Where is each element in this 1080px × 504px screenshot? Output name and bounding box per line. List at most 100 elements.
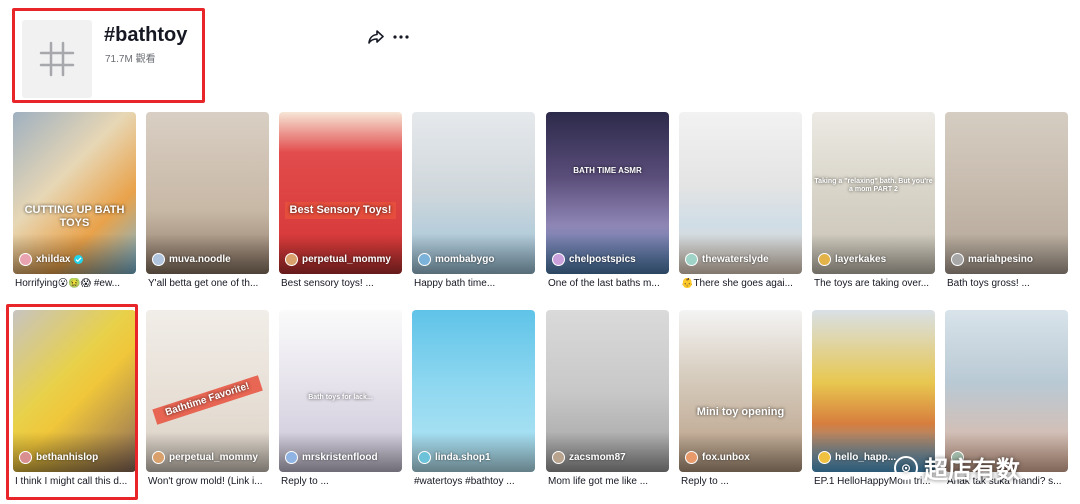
share-icon (368, 30, 384, 44)
video-caption[interactable]: Horrifying😮🤢😱 #ew... (13, 278, 136, 289)
author-name[interactable]: thewaterslyde (702, 254, 769, 265)
video-caption[interactable]: Reply to ... (279, 476, 402, 487)
video-thumbnail[interactable]: mariahpesino (945, 112, 1068, 274)
video-author[interactable]: mombabygo (418, 253, 494, 266)
video-thumbnail[interactable]: Bath toys for lack... mrskristenflood (279, 310, 402, 472)
video-author[interactable]: chelpostspics (552, 253, 636, 266)
video-card[interactable]: zacsmom87 Mom life got me like ... (546, 310, 669, 487)
thumbnail-overlay-text: Best Sensory Toys! (285, 202, 396, 219)
author-name[interactable]: zacsmom87 (569, 452, 626, 463)
video-thumbnail[interactable]: Bathtime Favorite! perpetual_mommy (146, 310, 269, 472)
video-thumbnail[interactable]: Best Sensory Toys! perpetual_mommy (279, 112, 402, 274)
video-thumbnail[interactable]: Mini toy opening fox.unbox (679, 310, 802, 472)
video-card[interactable]: linda.shop1 #watertoys #bathtoy ... (412, 310, 535, 487)
video-card[interactable]: muva.noodle Y'all betta get one of th... (146, 112, 269, 289)
video-author[interactable]: muva.noodle (152, 253, 231, 266)
video-author[interactable]: thewaterslyde (685, 253, 769, 266)
author-name[interactable]: hello_happ... (835, 452, 896, 463)
video-caption[interactable]: Happy bath time... (412, 278, 535, 289)
video-caption[interactable]: Y'all betta get one of th... (146, 278, 269, 289)
video-thumbnail[interactable]: muva.noodle (146, 112, 269, 274)
video-thumbnail[interactable] (945, 310, 1068, 472)
share-button[interactable] (366, 27, 386, 47)
avatar[interactable] (19, 253, 32, 266)
watermark: ⊙ 超店有数 (894, 450, 1020, 485)
video-thumbnail[interactable]: mombabygo (412, 112, 535, 274)
video-author[interactable]: zacsmom87 (552, 451, 626, 464)
video-caption[interactable]: Won't grow mold! (Link i... (146, 476, 269, 487)
video-thumbnail[interactable]: linda.shop1 (412, 310, 535, 472)
avatar[interactable] (552, 253, 565, 266)
video-caption[interactable]: Mom life got me like ... (546, 476, 669, 487)
video-caption[interactable]: One of the last baths m... (546, 278, 669, 289)
video-caption[interactable]: #watertoys #bathtoy ... (412, 476, 535, 487)
video-card[interactable]: CUTTING UP BATH TOYS xhildax Horrifying😮🤢😱… (13, 112, 136, 289)
avatar[interactable] (552, 451, 565, 464)
video-author[interactable]: fox.unbox (685, 451, 750, 464)
author-name[interactable]: fox.unbox (702, 452, 750, 463)
author-name[interactable]: linda.shop1 (435, 452, 491, 463)
video-card[interactable]: thewaterslyde 👶There she goes agai... (679, 112, 802, 289)
video-card[interactable]: Best Sensory Toys! perpetual_mommy Best se… (279, 112, 402, 289)
video-author[interactable]: perpetual_mommy (285, 253, 391, 266)
video-thumbnail[interactable]: BATH TIME ASMR chelpostspics (546, 112, 669, 274)
video-card[interactable]: bethanhislop I think I might call this d.… (13, 310, 136, 487)
video-thumbnail[interactable]: zacsmom87 (546, 310, 669, 472)
video-card[interactable]: BATH TIME ASMR chelpostspics One of the la… (546, 112, 669, 289)
video-card[interactable]: mariahpesino Bath toys gross! ... (945, 112, 1068, 289)
author-name[interactable]: perpetual_mommy (169, 452, 258, 463)
video-caption[interactable]: Bath toys gross! ... (945, 278, 1068, 289)
video-thumbnail[interactable]: bethanhislop (13, 310, 136, 472)
avatar[interactable] (285, 451, 298, 464)
video-caption[interactable]: Reply to ... (679, 476, 802, 487)
video-author[interactable]: mariahpesino (951, 253, 1033, 266)
video-thumbnail[interactable]: Taking a "relaxing" bath. But you're a m… (812, 112, 935, 274)
avatar[interactable] (685, 253, 698, 266)
video-thumbnail[interactable]: thewaterslyde (679, 112, 802, 274)
more-dots-icon (393, 35, 409, 39)
video-author[interactable]: layerkakes (818, 253, 886, 266)
video-card[interactable]: mombabygo Happy bath time... (412, 112, 535, 289)
thumbnail-overlay-text: BATH TIME ASMR (573, 166, 642, 175)
avatar[interactable] (818, 451, 831, 464)
video-caption[interactable]: 👶There she goes agai... (679, 278, 802, 289)
avatar[interactable] (818, 253, 831, 266)
video-author[interactable]: perpetual_mommy (152, 451, 258, 464)
author-name[interactable]: xhildax (36, 254, 70, 265)
video-author[interactable]: linda.shop1 (418, 451, 491, 464)
avatar[interactable] (152, 451, 165, 464)
avatar[interactable] (152, 253, 165, 266)
video-author[interactable]: mrskristenflood (285, 451, 378, 464)
avatar[interactable] (285, 253, 298, 266)
author-name[interactable]: muva.noodle (169, 254, 231, 265)
watermark-logo-icon: ⊙ (894, 455, 918, 480)
avatar[interactable] (418, 451, 431, 464)
video-author[interactable]: hello_happ... (818, 451, 896, 464)
author-name[interactable]: mariahpesino (968, 254, 1033, 265)
video-card[interactable]: Taking a "relaxing" bath. But you're a m… (812, 112, 935, 289)
avatar[interactable] (19, 451, 32, 464)
tag-views: 71.7M 觀看 (105, 54, 156, 65)
author-name[interactable]: chelpostspics (569, 254, 636, 265)
author-name[interactable]: mombabygo (435, 254, 494, 265)
video-caption[interactable]: Best sensory toys! ... (279, 278, 402, 289)
author-name[interactable]: bethanhislop (36, 452, 98, 463)
verified-badge-icon (74, 255, 84, 264)
more-options-button[interactable] (391, 27, 411, 47)
video-author[interactable]: xhildax (19, 253, 84, 266)
video-card[interactable]: Mini toy opening fox.unbox Reply to ... (679, 310, 802, 487)
video-card[interactable]: Bath toys for lack... mrskristenflood Repl… (279, 310, 402, 487)
author-name[interactable]: perpetual_mommy (302, 254, 391, 265)
author-name[interactable]: mrskristenflood (302, 452, 378, 463)
avatar[interactable] (418, 253, 431, 266)
video-author[interactable]: bethanhislop (19, 451, 98, 464)
avatar[interactable] (685, 451, 698, 464)
video-card[interactable]: Bathtime Favorite! perpetual_mommy Won't g… (146, 310, 269, 487)
video-thumbnail[interactable]: CUTTING UP BATH TOYS xhildax (13, 112, 136, 274)
video-caption[interactable]: The toys are taking over... (812, 278, 935, 289)
author-name[interactable]: layerkakes (835, 254, 886, 265)
video-thumbnail[interactable]: hello_happ... (812, 310, 935, 472)
thumbnail-overlay-text: Taking a "relaxing" bath. But you're a m… (814, 178, 933, 194)
avatar[interactable] (951, 253, 964, 266)
video-caption[interactable]: I think I might call this d... (13, 476, 136, 487)
